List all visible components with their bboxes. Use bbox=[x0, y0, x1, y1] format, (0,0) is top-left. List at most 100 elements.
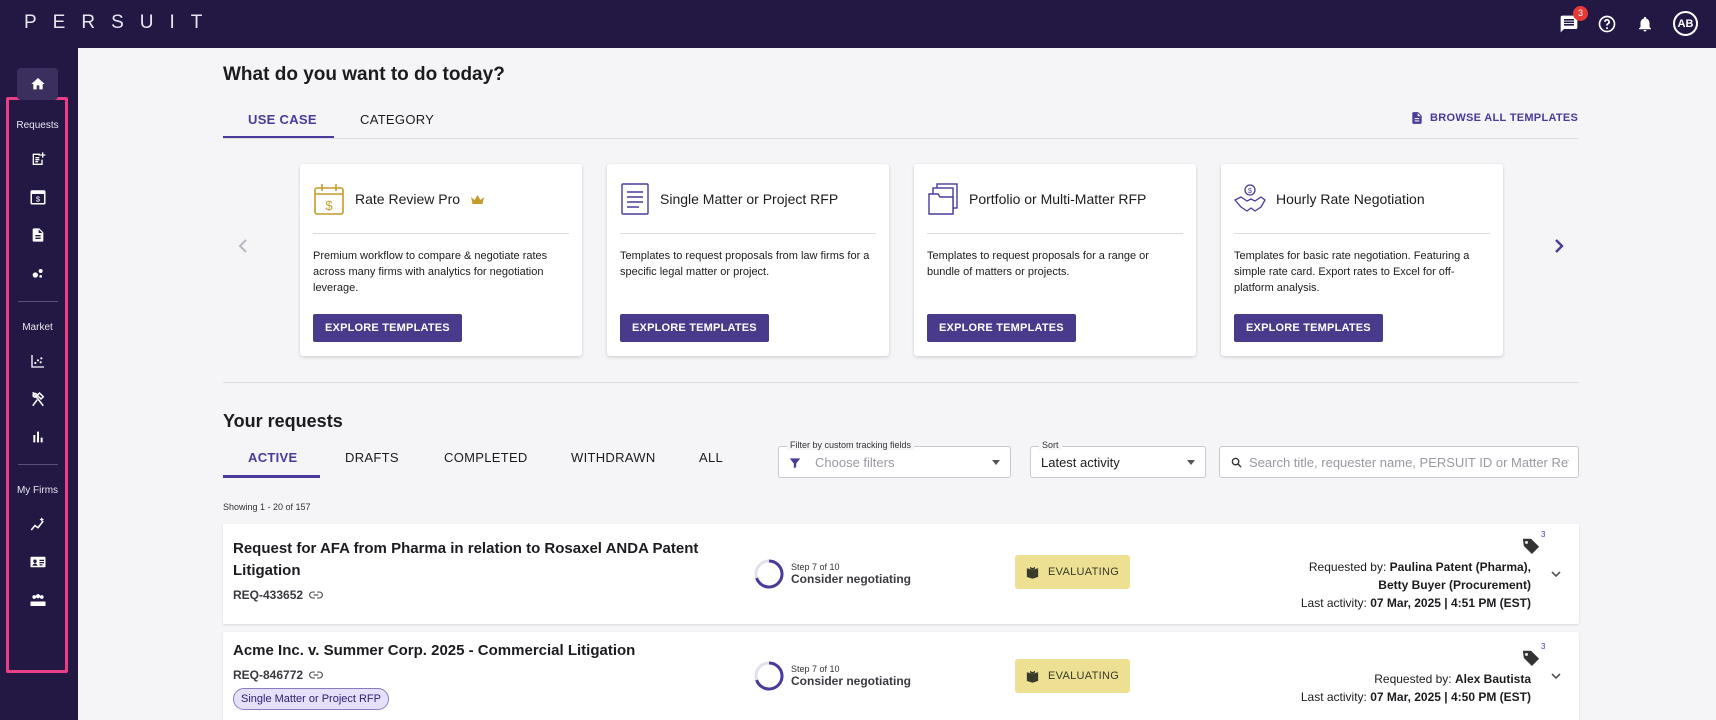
card-title: Hourly Rate Negotiation bbox=[1276, 191, 1425, 207]
sort-value: Latest activity bbox=[1041, 455, 1120, 470]
sidebar-item-home[interactable] bbox=[17, 68, 58, 100]
calendar-dollar-icon: $ bbox=[314, 184, 344, 215]
explore-templates-button[interactable]: EXPLORE TEMPLATES bbox=[313, 314, 462, 342]
request-meta: Requested by: Paulina Patent (Pharma), B… bbox=[1301, 558, 1531, 612]
book-open-icon bbox=[1026, 670, 1039, 683]
explore-templates-button[interactable]: EXPLORE TEMPLATES bbox=[620, 314, 769, 342]
sidebar-item-new-request[interactable] bbox=[17, 143, 58, 175]
tools-icon bbox=[31, 391, 44, 407]
request-title[interactable]: Acme Inc. v. Summer Corp. 2025 - Commerc… bbox=[233, 640, 733, 662]
filter-label: Filter by custom tracking fields bbox=[787, 440, 915, 450]
user-avatar[interactable]: AB bbox=[1673, 11, 1698, 36]
id-card-icon bbox=[30, 556, 45, 568]
persuit-logo[interactable]: PERSUIT bbox=[24, 12, 218, 34]
sidebar-item-firm-performance[interactable] bbox=[17, 508, 58, 540]
chevron-down-icon[interactable] bbox=[1549, 669, 1563, 683]
calendar-dollar-icon: $ bbox=[30, 190, 45, 205]
card-title: Single Matter or Project RFP bbox=[660, 191, 839, 207]
document-icon bbox=[32, 228, 43, 242]
chevron-right-icon bbox=[1555, 239, 1564, 253]
progress-ring-icon bbox=[754, 559, 784, 589]
sort-select[interactable]: Sort Latest activity bbox=[1030, 440, 1206, 478]
tab-completed[interactable]: COMPLETED bbox=[444, 450, 528, 465]
card-divider bbox=[927, 233, 1183, 234]
request-row[interactable]: Request for AFA from Pharma in relation … bbox=[223, 524, 1579, 624]
folders-icon bbox=[928, 183, 958, 215]
sidebar-item-documents[interactable] bbox=[17, 219, 58, 251]
browse-all-templates-link[interactable]: BROWSE ALL TEMPLATES bbox=[1410, 110, 1578, 126]
chevron-down-icon bbox=[992, 460, 1000, 465]
template-card-portfolio[interactable]: Portfolio or Multi-Matter RFP Templates … bbox=[914, 164, 1196, 356]
explore-templates-button[interactable]: EXPLORE TEMPLATES bbox=[927, 314, 1076, 342]
notifications-button[interactable] bbox=[1633, 12, 1657, 36]
tab-use-case[interactable]: USE CASE bbox=[248, 112, 317, 127]
bubbles-icon bbox=[32, 269, 43, 278]
svg-text:$: $ bbox=[325, 198, 333, 213]
messages-button[interactable]: 3 bbox=[1557, 6, 1588, 36]
tab-category[interactable]: CATEGORY bbox=[360, 112, 434, 127]
last-activity-label: Last activity: bbox=[1300, 690, 1367, 704]
filter-icon bbox=[789, 458, 801, 469]
last-activity-label: Last activity: bbox=[1300, 596, 1367, 610]
card-description: Premium workflow to compare & negotiate … bbox=[313, 250, 548, 294]
your-requests-heading: Your requests bbox=[223, 411, 343, 431]
carousel-next-button[interactable] bbox=[1549, 236, 1569, 256]
request-id-text: REQ-846772 bbox=[233, 668, 304, 682]
status-badge: EVALUATING bbox=[1015, 555, 1130, 589]
chevron-down-icon[interactable] bbox=[1549, 567, 1563, 581]
tag-icon[interactable] bbox=[1520, 536, 1542, 554]
trend-sparkle-icon bbox=[30, 517, 44, 531]
group-icon bbox=[30, 594, 45, 606]
request-id: REQ-846772 bbox=[233, 668, 323, 682]
custom-filter-select[interactable]: Filter by custom tracking fields Choose … bbox=[778, 440, 1011, 478]
card-title: Portfolio or Multi-Matter RFP bbox=[969, 191, 1147, 207]
progress-ring-icon bbox=[754, 661, 784, 691]
card-header: $ Rate Review Pro bbox=[313, 182, 485, 216]
tag-count: 3 bbox=[1541, 642, 1546, 651]
template-card-rate-review-pro[interactable]: $ Rate Review Pro Premium workflow to co… bbox=[300, 164, 582, 356]
sidebar-divider bbox=[18, 464, 58, 465]
card-description: Templates to request proposals from law … bbox=[620, 250, 870, 278]
sidebar-item-portfolio[interactable] bbox=[17, 257, 58, 289]
card-divider bbox=[1234, 233, 1490, 234]
messages-badge: 3 bbox=[1573, 6, 1588, 21]
last-activity: 07 Mar, 2025 | 4:51 PM (EST) bbox=[1370, 596, 1531, 610]
tab-active[interactable]: ACTIVE bbox=[248, 450, 297, 465]
card-description: Templates for basic rate negotiation. Fe… bbox=[1234, 250, 1470, 294]
sidebar: Requests $ Market My Firms bbox=[0, 48, 78, 720]
sidebar-item-rate-review[interactable]: $ bbox=[17, 181, 58, 213]
link-icon[interactable] bbox=[309, 590, 323, 600]
tag-count: 3 bbox=[1541, 530, 1546, 539]
template-card-hourly-rate[interactable]: $ Hourly Rate Negotiation Templates for … bbox=[1221, 164, 1503, 356]
request-progress: Step 7 of 10 Consider negotiating bbox=[753, 558, 911, 590]
request-title[interactable]: Request for AFA from Pharma in relation … bbox=[233, 538, 733, 582]
section-divider bbox=[223, 382, 1579, 383]
bell-icon bbox=[1639, 16, 1651, 32]
sidebar-section-my-firms: My Firms bbox=[16, 485, 59, 496]
link-icon[interactable] bbox=[309, 670, 323, 680]
tab-withdrawn[interactable]: WITHDRAWN bbox=[571, 450, 656, 465]
help-icon bbox=[1598, 15, 1616, 33]
carousel-prev-button[interactable] bbox=[233, 236, 253, 256]
tab-drafts[interactable]: DRAFTS bbox=[345, 450, 399, 465]
requested-by: Paulina Patent (Pharma), bbox=[1389, 560, 1531, 574]
sidebar-item-firm-directory[interactable] bbox=[17, 546, 58, 578]
search-icon bbox=[1231, 457, 1242, 468]
tag-icon[interactable] bbox=[1520, 648, 1542, 666]
search-input[interactable]: Search title, requester name, PERSUIT ID… bbox=[1219, 446, 1579, 478]
sort-label: Sort bbox=[1039, 440, 1062, 450]
status-text: EVALUATING bbox=[1048, 670, 1120, 682]
document-icon bbox=[1412, 112, 1422, 124]
sidebar-item-reports[interactable] bbox=[17, 421, 58, 453]
tab-all[interactable]: ALL bbox=[699, 450, 723, 465]
explore-templates-button[interactable]: EXPLORE TEMPLATES bbox=[1234, 314, 1383, 342]
step-label: Consider negotiating bbox=[791, 572, 911, 586]
sidebar-item-market-analytics[interactable] bbox=[17, 345, 58, 377]
request-row[interactable]: Acme Inc. v. Summer Corp. 2025 - Commerc… bbox=[223, 632, 1579, 720]
results-count: Showing 1 - 20 of 157 bbox=[223, 502, 311, 512]
help-button[interactable] bbox=[1595, 12, 1619, 36]
filter-placeholder: Choose filters bbox=[815, 455, 895, 470]
sidebar-item-benchmarks[interactable] bbox=[17, 383, 58, 415]
template-card-single-matter[interactable]: Single Matter or Project RFP Templates t… bbox=[607, 164, 889, 356]
sidebar-item-firm-groups[interactable] bbox=[17, 584, 58, 616]
